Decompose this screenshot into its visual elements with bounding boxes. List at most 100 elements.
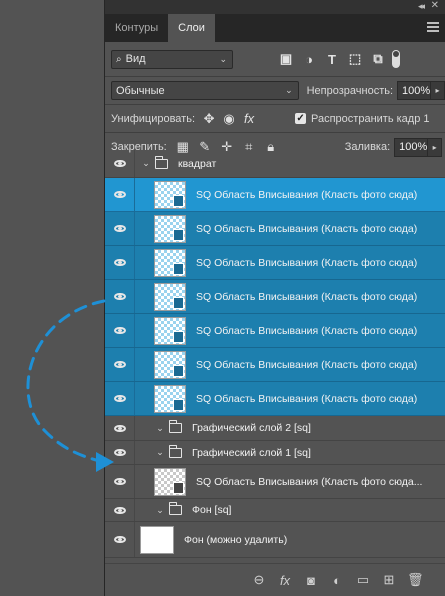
dashed-arrow-curve (26, 299, 106, 462)
visibility-toggle[interactable] (105, 178, 135, 211)
visibility-toggle[interactable] (105, 212, 135, 245)
trash-icon[interactable]: 🗑︎ (407, 572, 424, 588)
smart-object-badge-icon (173, 228, 184, 241)
layer-name: Фон (можно удалить) (184, 533, 288, 546)
visibility-toggle[interactable] (105, 522, 135, 557)
layer-row[interactable]: SQ Область Вписывания (Класть фото сюда) (105, 314, 445, 348)
chevron-down-icon[interactable]: ⌄ (139, 158, 153, 169)
layer-row[interactable]: SQ Область Вписывания (Класть фото сюда) (105, 246, 445, 280)
layer-thumbnail (154, 282, 186, 311)
image-filter-icon[interactable]: ▣ (279, 51, 293, 66)
new-group-icon[interactable]: ▭ (355, 572, 371, 588)
visibility-toggle[interactable] (105, 280, 135, 313)
adjustment-layer-icon[interactable]: ◐ (329, 573, 345, 588)
layer-name: SQ Область Вписывания (Класть фото сюда) (196, 392, 418, 405)
visibility-toggle[interactable] (105, 314, 135, 347)
tab-layers[interactable]: Слои (168, 14, 215, 42)
layer-group-row[interactable]: ⌄ Графический слой 1 [sq] (105, 441, 445, 465)
blend-row: Обычные ⌄ Непрозрачность: 100% ▸ (105, 77, 445, 104)
smart-object-filter-icon[interactable]: ⧉ (371, 51, 385, 66)
smart-object-badge-icon (173, 262, 184, 275)
layer-thumbnail (154, 384, 186, 413)
double-chevron-right-icon[interactable]: ◂◂ (418, 1, 425, 12)
adjustment-filter-icon[interactable]: ◑ (302, 52, 316, 67)
layer-name: SQ Область Вписывания (Класть фото сюда.… (196, 475, 423, 488)
eye-icon (113, 225, 126, 232)
layer-row[interactable]: SQ Область Вписывания (Класть фото сюда) (105, 348, 445, 382)
link-layers-icon[interactable]: ⊖ (251, 572, 267, 588)
layer-name: SQ Область Вписывания (Класть фото сюда) (196, 188, 418, 201)
panel-footer: ⊖ fx ◙ ◐ ▭ ⊞ 🗑︎ (105, 563, 445, 596)
eye-icon (113, 160, 126, 167)
filter-kind-label: Вид (125, 53, 146, 65)
chevron-down-icon[interactable]: ⌄ (153, 505, 167, 516)
hamburger-menu-icon[interactable] (427, 22, 439, 34)
smart-object-badge-icon (173, 364, 184, 377)
visibility-toggle[interactable] (105, 348, 135, 381)
unify-visibility-icon[interactable]: ◉ (221, 111, 237, 127)
shape-filter-icon[interactable]: ⬚ (348, 51, 362, 66)
visibility-toggle[interactable] (105, 150, 135, 177)
chevron-down-icon[interactable]: ⌄ (153, 447, 167, 458)
smart-object-badge-icon (173, 296, 184, 309)
layer-thumbnail (154, 350, 186, 379)
propagate-label: Распространить кадр 1 (311, 112, 430, 125)
chevron-down-icon: ⌄ (219, 53, 227, 64)
layer-row[interactable]: SQ Область Вписывания (Класть фото сюда) (105, 212, 445, 246)
layer-group-row[interactable]: ⌄ Фон [sq] (105, 499, 445, 522)
unify-row: Унифицировать: ✥ ◉ fx ✓ Распространить к… (105, 105, 445, 132)
layer-name: SQ Область Вписывания (Класть фото сюда) (196, 324, 418, 337)
filter-toggle[interactable] (392, 50, 400, 68)
layers-panel: ◂◂ ✕ Контуры Слои ⌕ Вид ⌄ ▣ ◑ T ⬚ ⧉ Обыч… (104, 0, 445, 596)
layer-thumbnail (140, 525, 174, 554)
visibility-toggle[interactable] (105, 416, 135, 440)
new-layer-icon[interactable]: ⊞ (381, 572, 397, 588)
tab-paths[interactable]: Контуры (105, 14, 168, 42)
mask-icon[interactable]: ◙ (303, 573, 319, 588)
layer-row[interactable]: SQ Область Вписывания (Класть фото сюда) (105, 280, 445, 314)
folder-icon (168, 444, 182, 458)
fx-icon[interactable]: fx (277, 573, 293, 588)
eye-icon (113, 506, 126, 514)
filter-row: ⌕ Вид ⌄ ▣ ◑ T ⬚ ⧉ (105, 42, 445, 76)
layer-row[interactable]: SQ Область Вписывания (Класть фото сюда.… (105, 465, 445, 499)
smart-object-badge-icon (173, 481, 184, 494)
visibility-toggle[interactable] (105, 246, 135, 279)
blend-mode-select[interactable]: Обычные ⌄ (111, 81, 299, 100)
layer-name: SQ Область Вписывания (Класть фото сюда) (196, 256, 418, 269)
eye-icon (113, 424, 126, 432)
opacity-input[interactable]: 100% (397, 81, 432, 100)
layer-name: SQ Область Вписывания (Класть фото сюда) (196, 222, 418, 235)
folder-icon (154, 155, 168, 169)
layer-group-row[interactable]: ⌄ Графический слой 2 [sq] (105, 416, 445, 441)
unify-style-icon[interactable]: fx (241, 111, 257, 126)
layer-row-background[interactable]: Фон (можно удалить) (105, 522, 445, 558)
layer-thumbnail (154, 248, 186, 277)
layer-thumbnail (154, 180, 186, 209)
layer-thumbnail (154, 316, 186, 345)
eye-icon (113, 478, 126, 485)
blend-mode-value: Обычные (116, 84, 165, 97)
visibility-toggle[interactable] (105, 382, 135, 415)
layer-row[interactable]: SQ Область Вписывания (Класть фото сюда) (105, 382, 445, 416)
visibility-toggle[interactable] (105, 465, 135, 498)
visibility-toggle[interactable] (105, 499, 135, 521)
propagate-checkbox[interactable]: ✓ (295, 113, 307, 124)
eye-icon (113, 361, 126, 368)
filter-icons: ▣ ◑ T ⬚ ⧉ (279, 51, 385, 67)
type-filter-icon[interactable]: T (325, 52, 339, 67)
layer-row[interactable]: SQ Область Вписывания (Класть фото сюда) (105, 178, 445, 212)
folder-icon (168, 420, 182, 433)
opacity-label: Непрозрачность: (306, 84, 394, 97)
close-icon[interactable]: ✕ (431, 0, 439, 11)
layer-name: SQ Область Вписывания (Класть фото сюда) (196, 290, 418, 303)
chevron-down-icon[interactable]: ⌄ (153, 423, 167, 434)
opacity-dropdown-icon[interactable]: ▸ (431, 81, 445, 100)
visibility-toggle[interactable] (105, 441, 135, 464)
layers-list: ⌄ квадрат SQ Область Вписывания (Класть … (105, 150, 445, 558)
unify-position-icon[interactable]: ✥ (201, 111, 217, 127)
smart-object-badge-icon (173, 194, 184, 207)
layer-group-row[interactable]: ⌄ квадрат (105, 150, 445, 178)
filter-kind-select[interactable]: ⌕ Вид ⌄ (111, 49, 233, 69)
smart-object-badge-icon (173, 398, 184, 411)
